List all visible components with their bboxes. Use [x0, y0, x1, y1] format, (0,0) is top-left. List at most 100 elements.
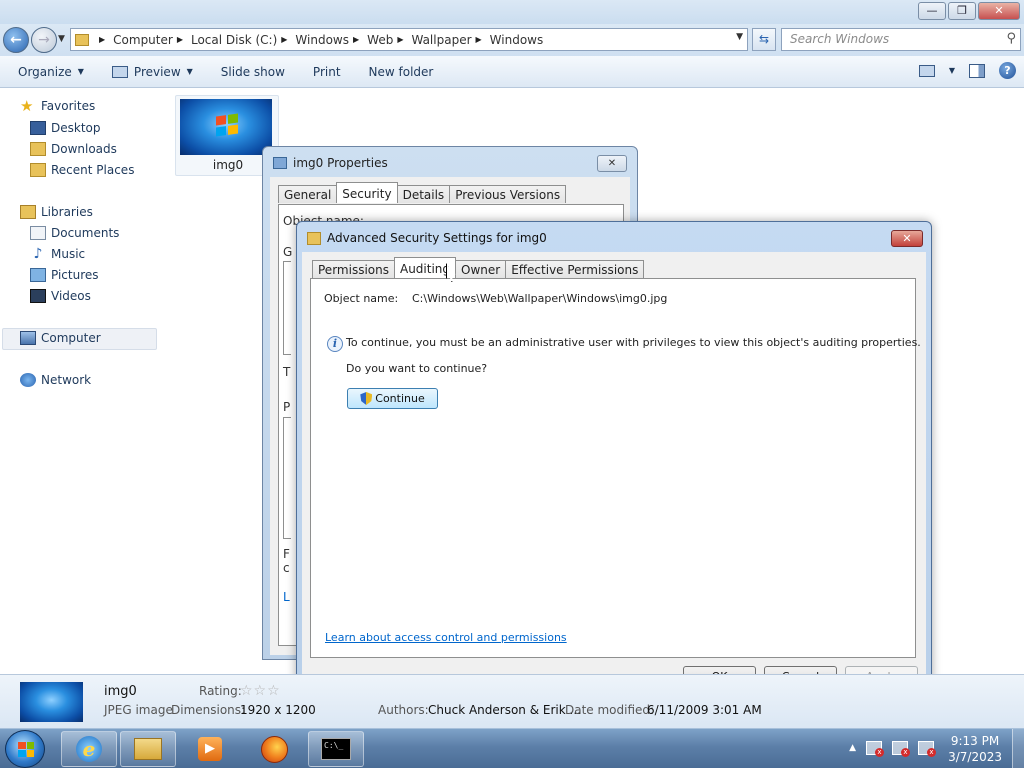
details-file-name: img0 — [104, 684, 137, 699]
authors-value[interactable]: Chuck Anderson & Erik ... — [428, 703, 581, 717]
help-icon[interactable]: ? — [999, 62, 1016, 79]
search-icon[interactable]: ⚲ — [1006, 31, 1016, 46]
nav-music[interactable]: ♪ Music — [30, 246, 86, 262]
dimensions-label: Dimensions: — [171, 703, 246, 717]
print-button[interactable]: Print — [295, 65, 351, 79]
taskbar-firefox[interactable] — [246, 731, 302, 767]
breadcrumb-windows-current[interactable]: Windows — [490, 33, 544, 47]
learn-access-control-link[interactable]: Learn about access control and permissio… — [325, 631, 567, 644]
advanced-close-button[interactable]: ✕ — [891, 230, 923, 247]
tab-effective-permissions[interactable]: Effective Permissions — [505, 260, 645, 278]
folder-icon — [307, 231, 321, 245]
nav-libraries[interactable]: Libraries — [20, 205, 93, 219]
address-bar[interactable]: ▶ Computer ▶ Local Disk (C:) ▶ Windows ▶ We… — [70, 28, 748, 51]
group-label-fragment: G — [283, 245, 293, 259]
clock[interactable]: 9:13 PM 3/7/2023 — [948, 733, 1002, 765]
volume-icon[interactable]: x — [918, 741, 936, 757]
taskbar-command-prompt[interactable]: C:\_ — [308, 731, 364, 767]
learn-link-fragment[interactable]: L — [283, 590, 290, 604]
rating-label: Rating: — [199, 684, 242, 698]
continue-question: Do you want to continue? — [346, 362, 488, 375]
uac-shield-icon — [360, 392, 373, 405]
nav-videos[interactable]: Videos — [30, 289, 91, 303]
tab-previous-versions[interactable]: Previous Versions — [449, 185, 567, 203]
computer-icon — [20, 331, 36, 345]
tab-details[interactable]: Details — [396, 185, 451, 203]
breadcrumb-windows[interactable]: Windows ▶ — [295, 33, 367, 47]
refresh-button[interactable]: ⇆ — [752, 28, 776, 51]
show-desktop-button[interactable] — [1012, 729, 1024, 768]
auditing-tab-content: Object name: C:\Windows\Web\Wallpaper\Wi… — [310, 278, 921, 658]
forward-button[interactable]: → — [31, 27, 57, 53]
image-thumbnail — [180, 99, 272, 155]
command-prompt-icon: C:\_ — [321, 738, 351, 760]
breadcrumb-wallpaper[interactable]: Wallpaper ▶ — [411, 33, 489, 47]
network-icon — [20, 373, 36, 387]
advanced-security-dialog: Advanced Security Settings for img0 ✕ Pe… — [296, 221, 932, 700]
action-center-icon[interactable]: x — [866, 741, 884, 757]
maximize-button[interactable]: ❐ — [948, 2, 976, 20]
details-pane: img0 JPEG image Rating: ☆☆☆ Dimensions: … — [0, 674, 1024, 728]
navigation-pane: ★ Favorites Desktop Downloads Recent Plac… — [0, 89, 160, 674]
libraries-icon — [20, 205, 36, 219]
nav-downloads[interactable]: Downloads — [30, 142, 117, 156]
network-status-icon[interactable]: x — [892, 741, 910, 757]
breadcrumb-web[interactable]: Web ▶ — [367, 33, 411, 47]
tab-owner[interactable]: Owner — [455, 260, 507, 278]
taskbar-media-player[interactable]: ▶ — [182, 731, 238, 767]
continue-button[interactable]: Continue — [347, 388, 438, 409]
desktop-icon — [30, 121, 46, 135]
nav-pictures[interactable]: Pictures — [30, 268, 99, 282]
clock-time: 9:13 PM — [950, 734, 1000, 748]
admin-required-message: To continue, you must be an administrati… — [346, 336, 921, 349]
tab-security[interactable]: Security — [336, 182, 398, 203]
properties-close-button[interactable]: ✕ — [597, 155, 627, 172]
taskbar-internet-explorer[interactable]: e — [61, 731, 117, 767]
authors-label: Authors: — [378, 703, 429, 717]
preview-menu[interactable]: Preview ▼ — [94, 65, 203, 79]
recent-pages-dropdown[interactable]: ▼ — [58, 34, 65, 44]
special-permissions-fragment: F — [283, 547, 290, 561]
slideshow-button[interactable]: Slide show — [203, 65, 295, 79]
search-input[interactable]: Search Windows ⚲ — [781, 28, 1021, 51]
minimize-button[interactable]: — — [918, 2, 946, 20]
chevron-right-icon[interactable]: ▶ — [99, 35, 105, 44]
nav-favorites[interactable]: ★ Favorites — [20, 97, 95, 115]
taskbar: e ▶ C:\_ ▲ x x x 9:13 PM 3/7/2023 — [0, 728, 1024, 768]
breadcrumb-local-disk[interactable]: Local Disk (C:) ▶ — [191, 33, 295, 47]
tab-permissions[interactable]: Permissions — [312, 260, 395, 278]
star-icon: ★ — [20, 97, 34, 115]
new-folder-button[interactable]: New folder — [351, 65, 444, 79]
show-hidden-icons-icon[interactable]: ▲ — [849, 743, 856, 753]
nav-computer[interactable]: Computer — [20, 331, 101, 345]
nav-recent-places[interactable]: Recent Places — [30, 163, 134, 177]
videos-icon — [30, 289, 46, 303]
taskbar-windows-explorer[interactable] — [120, 731, 176, 767]
change-view-icon[interactable] — [918, 64, 935, 77]
view-dropdown-icon[interactable]: ▼ — [949, 66, 955, 75]
folder-icon — [75, 33, 89, 46]
internet-explorer-icon: e — [76, 736, 102, 762]
nav-documents[interactable]: Documents — [30, 226, 119, 240]
nav-desktop[interactable]: Desktop — [30, 121, 101, 135]
preview-pane-icon[interactable] — [969, 63, 985, 78]
dimensions-value: 1920 x 1200 — [240, 703, 316, 717]
details-file-type: JPEG image — [104, 703, 173, 717]
date-modified-label: Date modified: — [565, 703, 655, 717]
nav-network[interactable]: Network — [20, 373, 91, 387]
windows-explorer-icon — [134, 738, 162, 760]
rating-stars[interactable]: ☆☆☆ — [240, 683, 281, 699]
start-button[interactable] — [5, 730, 45, 768]
music-icon: ♪ — [33, 246, 43, 262]
address-dropdown-icon[interactable]: ▼ — [736, 32, 743, 42]
recent-places-icon — [30, 163, 46, 177]
advanced-dialog-title: Advanced Security Settings for img0 — [307, 231, 547, 245]
close-button[interactable]: ✕ — [978, 2, 1020, 20]
back-button[interactable]: ← — [3, 27, 29, 53]
details-thumbnail — [20, 682, 83, 722]
media-player-icon: ▶ — [198, 737, 222, 761]
explorer-titlebar: — ❐ ✕ — [0, 0, 1024, 26]
breadcrumb-computer[interactable]: Computer ▶ — [113, 33, 191, 47]
organize-menu[interactable]: Organize ▼ — [0, 65, 94, 79]
tab-general[interactable]: General — [278, 185, 338, 203]
